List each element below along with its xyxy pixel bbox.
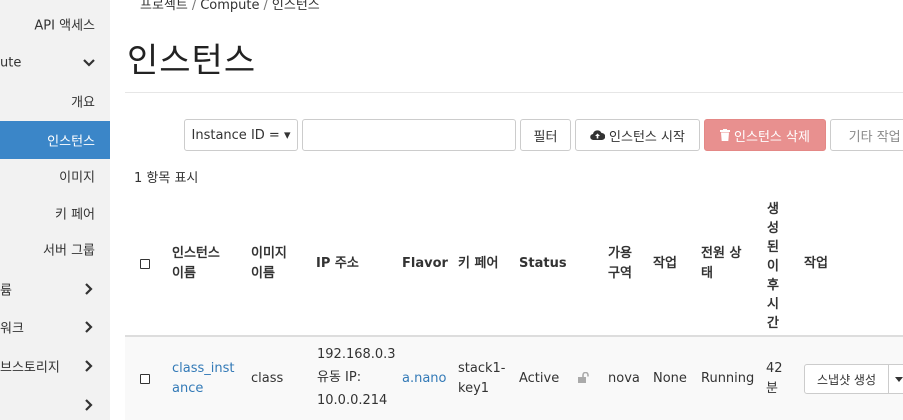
breadcrumb-compute[interactable]: Compute <box>200 0 259 13</box>
more-actions-button[interactable]: 기타 작업 ▾ <box>830 119 903 151</box>
unlock-icon <box>578 371 589 387</box>
keypair-cell: stack1- key1 <box>458 361 506 396</box>
chevron-right-icon <box>85 283 93 295</box>
sidebar-item-images[interactable]: 이미지 <box>0 157 110 195</box>
sidebar-item-api-access[interactable]: API 액세스 <box>0 5 110 43</box>
sidebar-item-label: 개요 <box>71 95 95 111</box>
sidebar-item-server-groups[interactable]: 서버 그룹 <box>0 230 110 268</box>
divider <box>125 92 903 93</box>
flavor-link[interactable]: a.nano <box>402 369 447 389</box>
column-header-name[interactable]: 인스턴스 이름 <box>172 244 220 284</box>
delete-instances-label: 인스턴스 삭제 <box>734 129 810 145</box>
chevron-right-icon <box>85 360 93 372</box>
column-header-power-state[interactable]: 전원 상태 <box>701 244 741 284</box>
sidebar-item-label: 서버 그룹 <box>43 243 95 259</box>
sidebar-item-label: 륨 <box>0 283 12 299</box>
breadcrumb-current: 인스턴스 <box>271 0 320 13</box>
sidebar-item-overview[interactable]: 개요 <box>0 82 110 120</box>
column-header-availability-zone[interactable]: 가용 구역 <box>608 244 632 284</box>
row-checkbox[interactable] <box>140 374 150 384</box>
launch-instance-label: 인스턴스 시작 <box>609 129 685 145</box>
sidebar-item-label: ute <box>0 55 22 71</box>
sidebar-item-more[interactable] <box>0 386 110 420</box>
main-content: 프로젝트 / Compute / 인스턴스 인스턴스 Instance ID = ▾ 필… <box>125 0 903 420</box>
sidebar-item-instances[interactable]: 인스턴스 <box>0 121 110 159</box>
sidebar: API 액세스 ute 개요 인스턴스 이미지 키 페어 서버 그룹 륨 워크 … <box>0 0 110 420</box>
trash-icon <box>720 129 731 141</box>
column-header-task[interactable]: 작업 <box>653 254 677 274</box>
column-header-image[interactable]: 이미지 이름 <box>251 244 287 284</box>
sidebar-item-label: 인스턴스 <box>47 134 95 150</box>
availability-zone-cell: nova <box>608 371 640 386</box>
chevron-down-icon <box>83 59 95 67</box>
instance-name-link[interactable]: class_inst ance <box>172 359 235 399</box>
sidebar-item-volumes[interactable]: 륨 <box>0 270 110 308</box>
breadcrumb-separator: / <box>191 0 197 13</box>
sidebar-item-label: 이미지 <box>59 170 95 186</box>
image-name-cell: class <box>251 371 284 386</box>
sidebar-item-label: 키 페어 <box>54 207 95 223</box>
task-cell: None <box>653 371 687 386</box>
column-header-actions: 작업 <box>804 256 828 271</box>
breadcrumb-project[interactable]: 프로젝트 <box>140 0 188 13</box>
breadcrumb-separator: / <box>263 0 268 13</box>
ip-address-cell: 192.168.0.3 유동 IP: 10.0.0.214 <box>317 347 396 408</box>
filter-field-select[interactable]: Instance ID = ▾ <box>184 119 298 151</box>
chevron-right-icon <box>85 399 93 411</box>
sidebar-item-label: API 액세스 <box>34 18 95 34</box>
items-count: 1 항목 표시 <box>134 171 199 186</box>
launch-instance-button[interactable]: 인스턴스 시작 <box>575 119 700 151</box>
search-input[interactable] <box>302 119 516 151</box>
sidebar-item-keypairs[interactable]: 키 페어 <box>0 194 110 232</box>
sidebar-item-label: 워크 <box>0 321 24 337</box>
column-header-status[interactable]: Status <box>519 254 567 274</box>
status-cell: Active <box>519 371 560 386</box>
breadcrumb: 프로젝트 / Compute / 인스턴스 <box>140 0 320 13</box>
column-header-ip[interactable]: IP 주소 <box>316 254 359 274</box>
column-header-age[interactable]: 생성된이후시간 <box>766 200 780 333</box>
sidebar-item-network[interactable]: 워크 <box>0 308 110 346</box>
column-header-keypair[interactable]: 키 페어 <box>458 254 498 274</box>
sidebar-item-object-storage[interactable]: 브스토리지 <box>0 347 110 385</box>
caret-down-icon <box>895 377 903 382</box>
table-row <box>125 337 903 420</box>
row-actions-dropdown-toggle[interactable] <box>888 364 903 394</box>
column-header-flavor[interactable]: Flavor <box>402 254 448 274</box>
delete-instances-button[interactable]: 인스턴스 삭제 <box>704 119 826 151</box>
filter-button[interactable]: 필터 <box>520 119 571 151</box>
create-snapshot-button[interactable]: 스냅샷 생성 <box>804 364 889 394</box>
chevron-right-icon <box>85 321 93 333</box>
sidebar-item-label: 브스토리지 <box>0 360 60 376</box>
cloud-upload-icon <box>590 129 606 141</box>
select-all-checkbox[interactable] <box>140 259 150 269</box>
age-cell: 42 분 <box>766 361 783 396</box>
page-title: 인스턴스 <box>127 41 257 81</box>
sidebar-item-compute[interactable]: ute <box>0 44 110 82</box>
power-state-cell: Running <box>701 371 755 386</box>
